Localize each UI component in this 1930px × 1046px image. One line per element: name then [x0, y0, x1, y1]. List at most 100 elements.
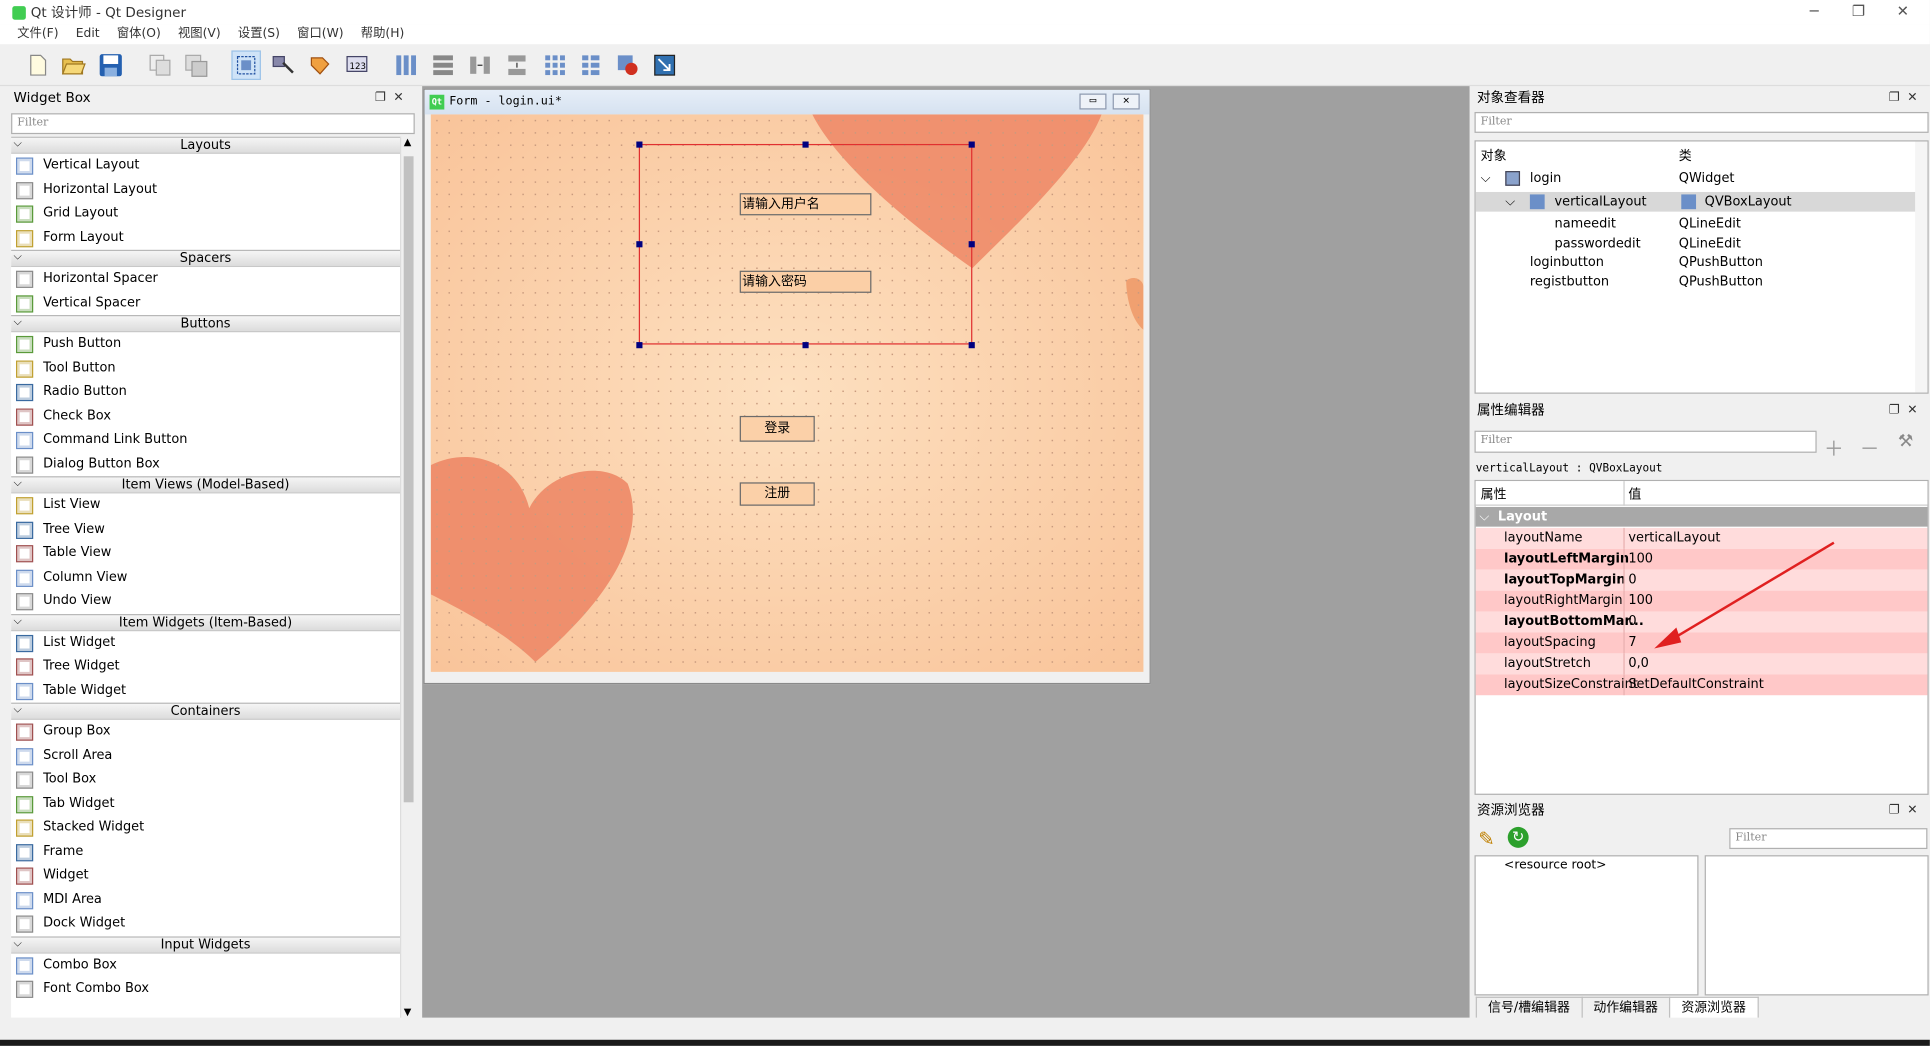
scroll-up-icon[interactable]: ▲ — [404, 137, 412, 148]
password-lineedit[interactable]: 请输入密码 — [739, 270, 872, 293]
widget-item-mdi-area[interactable]: MDI Area — [11, 888, 400, 912]
resource-root-item[interactable]: <resource root> — [1504, 859, 1606, 873]
menu-window[interactable]: 窗口(W) — [289, 25, 353, 45]
edit-signals-icon[interactable] — [268, 50, 298, 80]
widget-item-stacked-widget[interactable]: Stacked Widget — [11, 816, 400, 840]
property-value[interactable]: 0 — [1628, 570, 1636, 591]
menu-file[interactable]: 文件(F) — [0, 25, 67, 45]
widget-item-tool-box[interactable]: Tool Box — [11, 768, 400, 792]
resize-handle[interactable] — [802, 141, 809, 148]
layout-grid-icon[interactable] — [540, 50, 570, 80]
add-property-icon[interactable]: ＋ — [1824, 432, 1844, 462]
widget-item-table-view[interactable]: Table View — [11, 541, 400, 565]
menu-help[interactable]: 帮助(H) — [352, 25, 413, 45]
widget-item-grid-layout[interactable]: Grid Layout — [11, 202, 400, 226]
widget-item-tree-view[interactable]: Tree View — [11, 517, 400, 541]
widget-item-undo-view[interactable]: Undo View — [11, 589, 400, 613]
category-item-views-model-based[interactable]: ⌵ Item Views (Model-Based) — [11, 476, 401, 494]
widget-item-table-widget[interactable]: Table Widget — [11, 679, 400, 703]
dock-float-close-icon[interactable]: ❐✕ — [1889, 89, 1925, 109]
category-containers[interactable]: ⌵ Containers — [11, 702, 401, 720]
chevron-down-icon[interactable]: ⌵ — [1481, 169, 1491, 189]
widget-item-widget[interactable]: Widget — [11, 864, 400, 888]
layout-horizontal-icon[interactable] — [391, 50, 421, 80]
widget-item-tree-widget[interactable]: Tree Widget — [11, 655, 400, 679]
property-filter-input[interactable]: Filter — [1474, 430, 1817, 453]
chevron-down-icon[interactable]: ⌵ — [1505, 192, 1515, 212]
scroll-thumb[interactable] — [403, 156, 414, 803]
widget-item-combo-box[interactable]: Combo Box — [11, 953, 400, 977]
property-column-header[interactable]: 属性 — [1481, 485, 1507, 503]
chevron-down-icon[interactable]: ⌵ — [14, 315, 22, 330]
category-buttons[interactable]: ⌵ Buttons — [11, 315, 401, 333]
chevron-down-icon[interactable]: ⌵ — [14, 703, 22, 718]
value-column-header[interactable]: 值 — [1628, 485, 1641, 503]
dock-float-close-icon[interactable]: ❐✕ — [1889, 401, 1925, 421]
widget-item-list-widget[interactable]: List Widget — [11, 631, 400, 655]
layout-vertical-splitter-icon[interactable] — [502, 50, 532, 80]
username-lineedit[interactable]: 请输入用户名 — [739, 193, 872, 216]
tab-signal-slot-editor[interactable]: 信号/槽编辑器 — [1475, 996, 1583, 1018]
menu-view[interactable]: 视图(V) — [169, 25, 229, 45]
widget-item-check-box[interactable]: Check Box — [11, 404, 400, 428]
tree-row-verticallayout[interactable]: ⌵ verticalLayout QVBoxLayout — [1475, 191, 1928, 212]
widget-item-frame[interactable]: Frame — [11, 840, 400, 864]
tree-row-loginbutton[interactable]: loginbutton QPushButton — [1476, 252, 1928, 272]
save-icon[interactable] — [96, 50, 126, 80]
property-row[interactable]: layoutSizeConstraint SetDefaultConstraint — [1475, 674, 1928, 696]
layout-form-icon[interactable] — [576, 50, 606, 80]
tree-row-login[interactable]: ⌵ login QWidget — [1476, 169, 1928, 189]
paste-icon[interactable] — [181, 50, 211, 80]
open-icon[interactable] — [59, 50, 89, 80]
widget-item-tab-widget[interactable]: Tab Widget — [11, 792, 400, 816]
widget-item-vertical-spacer[interactable]: Vertical Spacer — [11, 291, 400, 315]
chevron-down-icon[interactable]: ⌵ — [14, 613, 22, 628]
resize-handle[interactable] — [968, 141, 975, 148]
chevron-down-icon[interactable]: ⌵ — [14, 936, 22, 951]
tab-resource-browser[interactable]: 资源浏览器 — [1669, 996, 1759, 1018]
new-icon[interactable] — [23, 50, 53, 80]
widget-item-dialog-button-box[interactable]: Dialog Button Box — [11, 452, 400, 476]
widget-item-horizontal-layout[interactable]: Horizontal Layout — [11, 178, 400, 202]
widget-item-vertical-layout[interactable]: Vertical Layout — [11, 154, 400, 178]
widget-item-push-button[interactable]: Push Button — [11, 332, 400, 356]
chevron-down-icon[interactable]: ⌵ — [14, 137, 22, 152]
resize-handle[interactable] — [968, 342, 975, 349]
property-group-layout[interactable]: ⌵ Layout — [1475, 506, 1928, 527]
resize-handle[interactable] — [968, 241, 975, 248]
layout-vertical-icon[interactable] — [428, 50, 458, 80]
scroll-down-icon[interactable]: ▼ — [404, 1007, 412, 1018]
remove-property-icon[interactable]: － — [1860, 432, 1880, 462]
category-input-widgets[interactable]: ⌵ Input Widgets — [11, 935, 401, 954]
widget-box-filter-input[interactable]: Filter — [11, 113, 415, 135]
restore-button[interactable]: ❐ — [1836, 0, 1880, 25]
widget-item-scroll-area[interactable]: Scroll Area — [11, 744, 400, 768]
category-layouts[interactable]: ⌵ Layouts — [11, 136, 401, 154]
property-value[interactable]: 0 — [1628, 612, 1636, 633]
widget-box-scrollbar[interactable]: ▲ ▼ — [400, 136, 415, 1018]
property-value[interactable]: SetDefaultConstraint — [1628, 674, 1763, 695]
widget-item-horizontal-spacer[interactable]: Horizontal Spacer — [11, 267, 400, 291]
edit-resources-pencil-icon[interactable]: ✎ — [1478, 827, 1495, 850]
widget-item-form-layout[interactable]: Form Layout — [11, 226, 400, 250]
chevron-down-icon[interactable]: ⌵ — [1479, 507, 1489, 527]
category-item-widgets-item-based[interactable]: ⌵ Item Widgets (Item-Based) — [11, 613, 401, 631]
minimize-button[interactable]: ─ — [1792, 0, 1836, 25]
layout-horizontal-splitter-icon[interactable] — [465, 50, 495, 80]
adjust-size-icon[interactable] — [650, 50, 680, 80]
tree-row-passwordedit[interactable]: passwordedit QLineEdit — [1476, 234, 1928, 254]
edit-buddies-icon[interactable] — [305, 50, 335, 80]
object-column-header[interactable]: 对象 — [1481, 146, 1507, 164]
form-canvas[interactable]: 请输入用户名 请输入密码 登录 注册 — [430, 114, 1144, 672]
widget-item-command-link-button[interactable]: Command Link Button — [11, 428, 400, 452]
object-tree-scrollbar[interactable] — [1915, 141, 1928, 393]
resize-handle[interactable] — [802, 342, 809, 349]
edit-tab-order-icon[interactable]: 123 — [342, 50, 372, 80]
dock-float-close-icon[interactable]: ❐✕ — [1889, 801, 1925, 821]
widget-item-tool-button[interactable]: Tool Button — [11, 356, 400, 380]
category-spacers[interactable]: ⌵ Spacers — [11, 249, 401, 268]
property-row[interactable]: layoutStretch 0,0 — [1475, 653, 1928, 675]
property-value[interactable]: 0,0 — [1628, 653, 1649, 674]
tab-action-editor[interactable]: 动作编辑器 — [1581, 996, 1671, 1018]
reload-icon[interactable]: ↻ — [1507, 826, 1529, 848]
